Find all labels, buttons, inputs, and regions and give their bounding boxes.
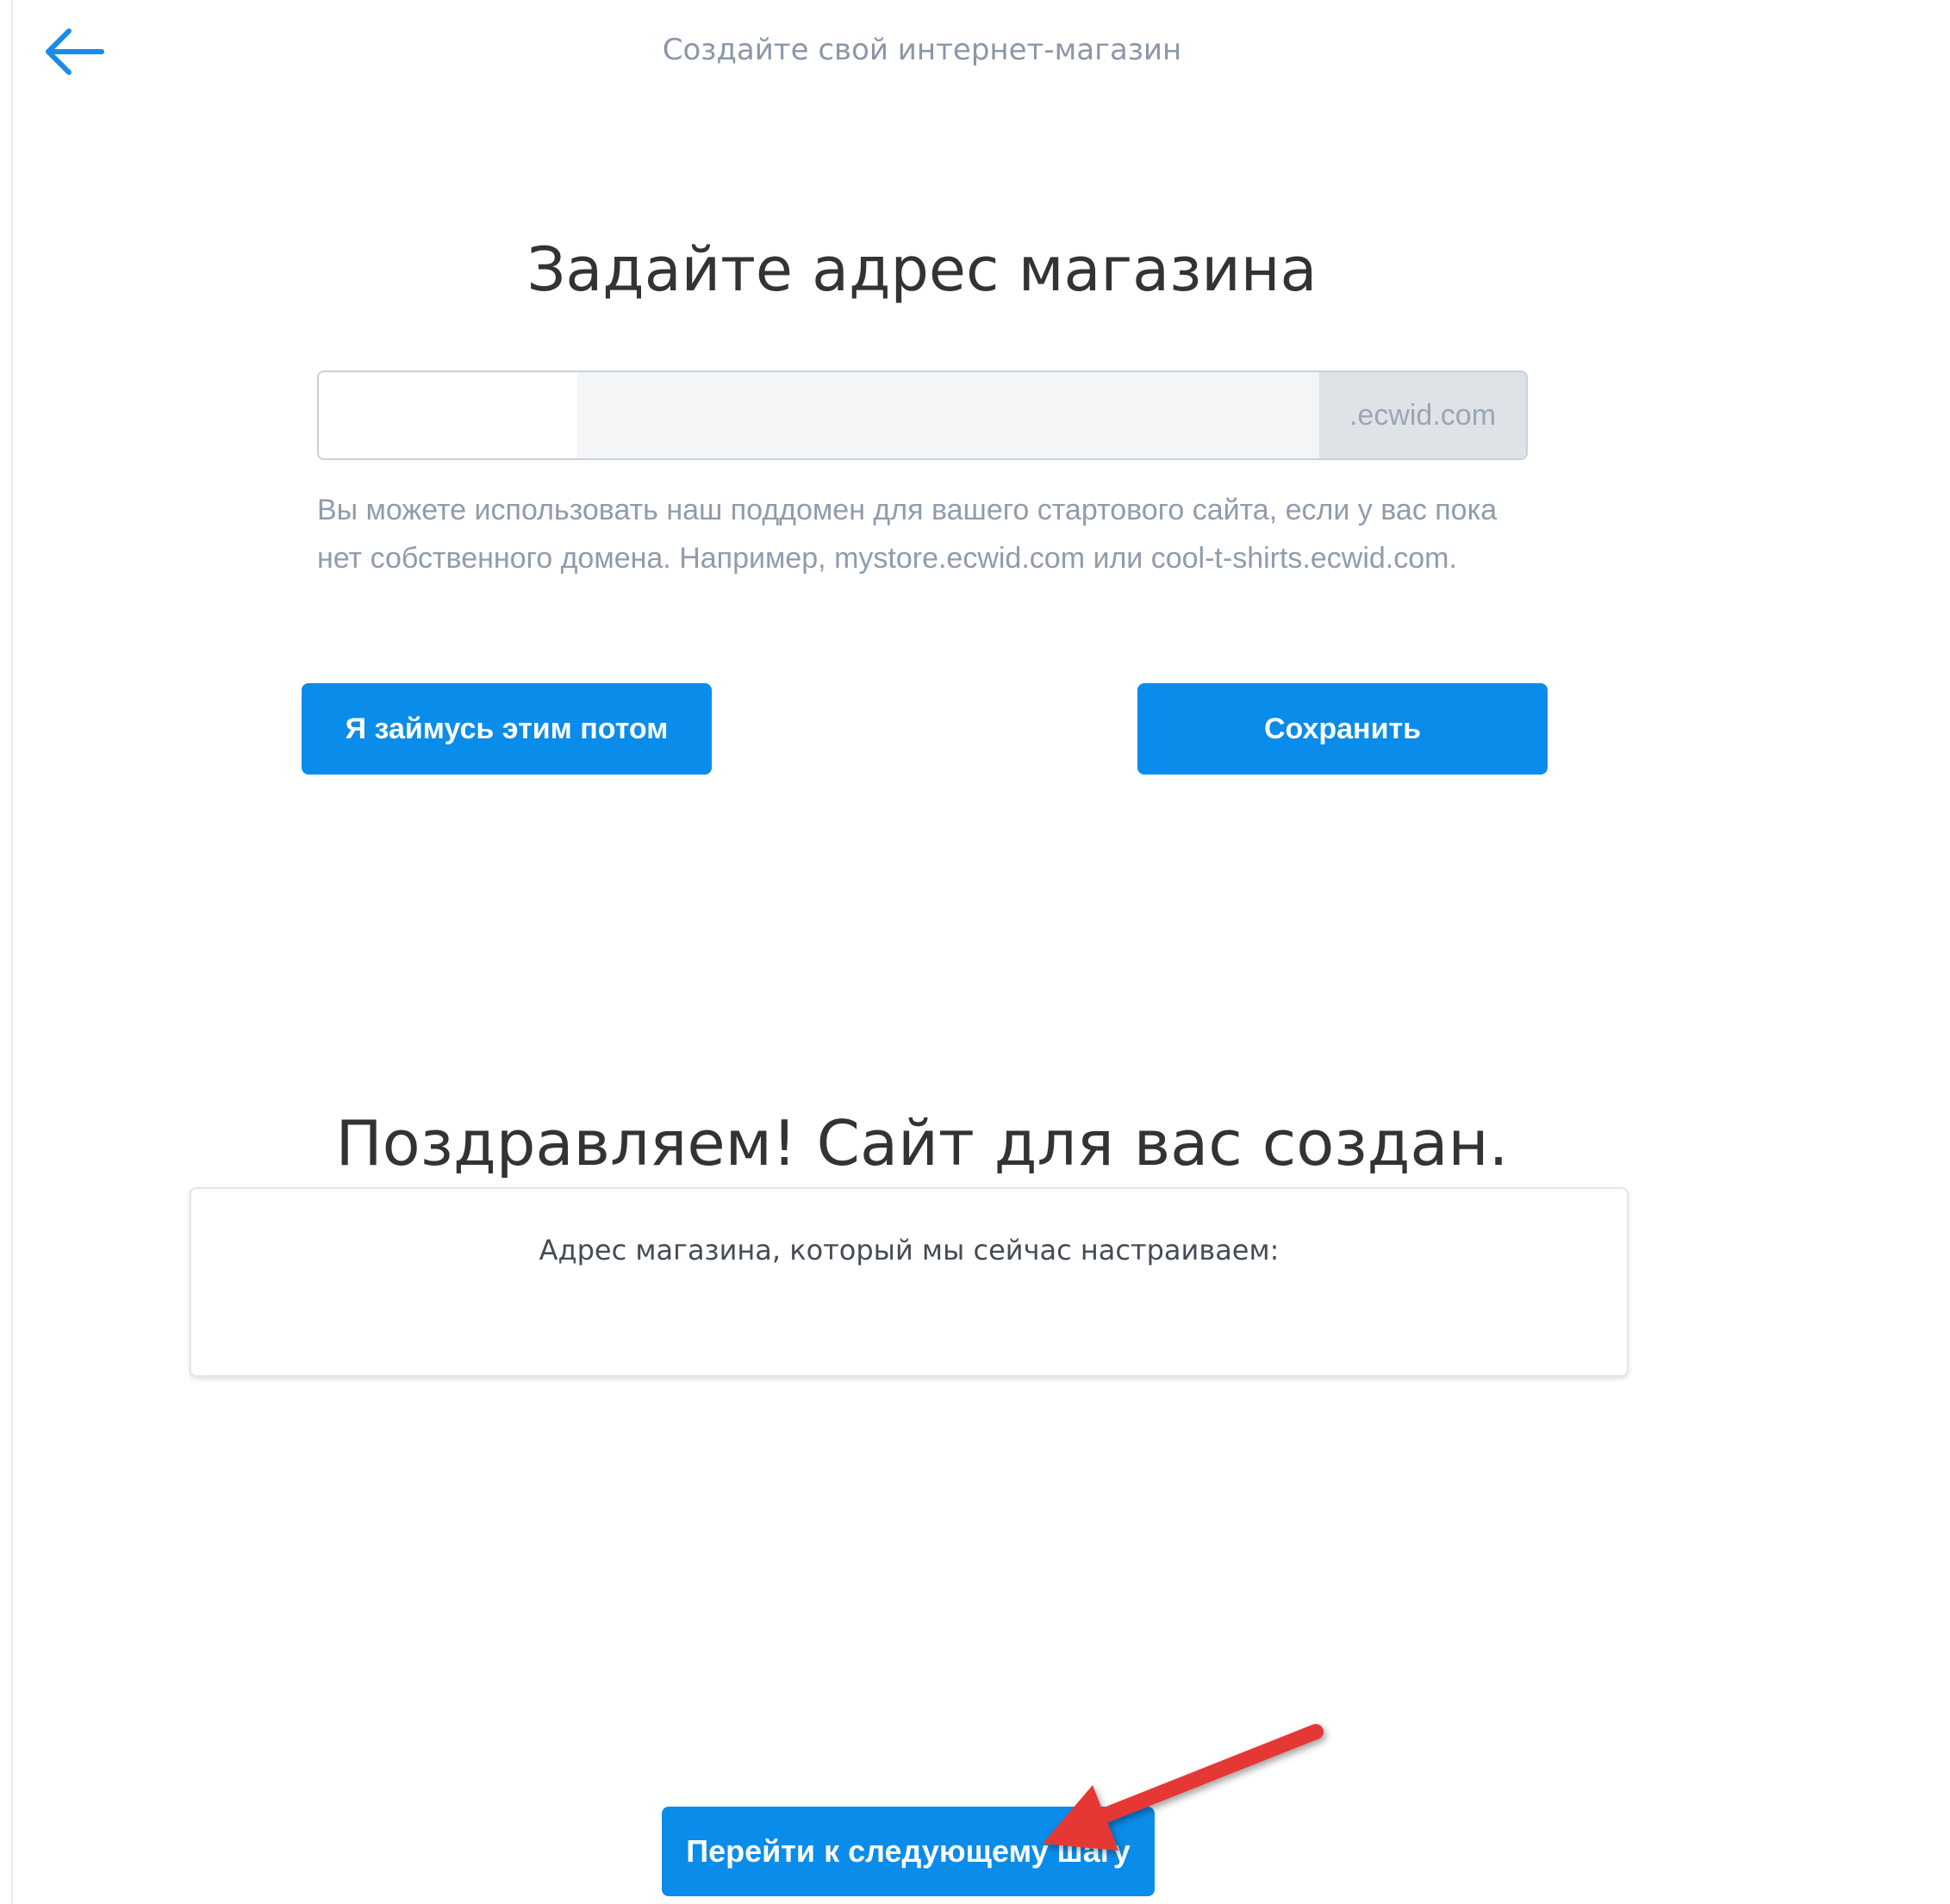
next-step-button[interactable]: Перейти к следующему шагу (662, 1807, 1155, 1896)
store-address-card: Адрес магазина, который мы сейчас настра… (190, 1187, 1629, 1377)
page: Создайте свой интернет-магазин Задайте а… (0, 0, 1950, 1904)
later-button[interactable]: Я займусь этим потом (302, 683, 712, 775)
address-heading: Задайте адрес магазина (526, 234, 1318, 305)
store-address-label: Адрес магазина, который мы сейчас настра… (539, 1234, 1280, 1266)
save-button[interactable]: Сохранить (1137, 683, 1548, 775)
wizard-title: Создайте свой интернет-магазин (662, 33, 1182, 67)
congrats-heading: Поздравляем! Сайт для вас создан. (335, 1107, 1509, 1179)
store-address-field: .ecwid.com (317, 370, 1528, 460)
subdomain-hint: Вы можете использовать наш поддомен для … (317, 494, 1498, 575)
subdomain-input[interactable] (319, 372, 1319, 458)
domain-suffix: .ecwid.com (1319, 372, 1526, 458)
